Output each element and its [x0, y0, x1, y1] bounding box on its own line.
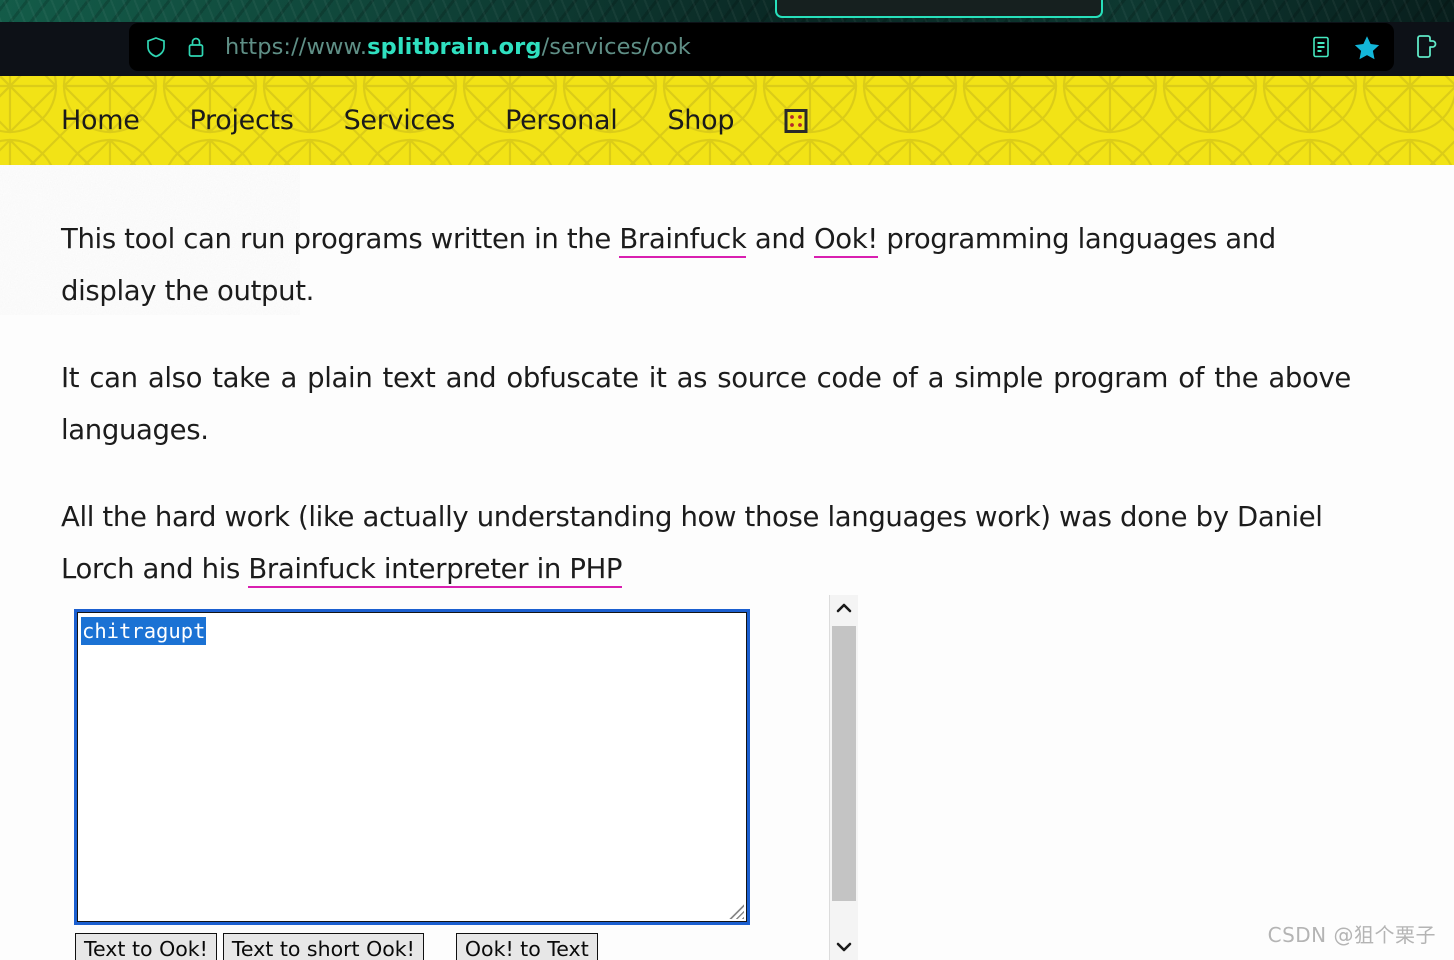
- paragraph-credits: All the hard work (like actually underst…: [61, 491, 1351, 595]
- star-bookmark-icon[interactable]: [1354, 34, 1380, 60]
- extension-puzzle-icon[interactable]: [1406, 30, 1440, 64]
- nav-item-home[interactable]: Home: [61, 105, 140, 136]
- nav-links-container: Home Projects Services Personal Shop: [0, 76, 1454, 165]
- conversion-buttons: Text to Ook! Text to short Ook! Ook! to …: [75, 933, 598, 960]
- page-content-area: This tool can run programs written in th…: [0, 165, 1454, 960]
- ook-to-text-button[interactable]: Ook! to Text: [455, 933, 598, 960]
- paragraph-1-prefix: This tool can run programs written in th…: [61, 222, 620, 255]
- paragraph-obfuscate: It can also take a plain text and obfusc…: [61, 361, 1351, 446]
- dice-square-icon[interactable]: [784, 108, 808, 134]
- nav-item-services[interactable]: Services: [344, 105, 456, 136]
- url-scheme: https://www.: [225, 34, 368, 60]
- nav-item-shop[interactable]: Shop: [667, 105, 734, 136]
- lock-icon[interactable]: [183, 34, 209, 60]
- chevron-down-icon[interactable]: [830, 934, 858, 960]
- text-to-short-ook-button[interactable]: Text to short Ook!: [222, 933, 424, 960]
- nav-item-personal[interactable]: Personal: [505, 105, 618, 136]
- ook-input-textarea[interactable]: [74, 609, 750, 925]
- browser-tab-strip-background: [0, 0, 1454, 22]
- page-scrollbar[interactable]: [829, 595, 858, 960]
- chevron-up-icon[interactable]: [830, 595, 858, 621]
- url-path: /services/ook: [541, 34, 691, 60]
- site-navigation-bar: Home Projects Services Personal Shop: [0, 76, 1454, 165]
- link-ook[interactable]: Ook!: [813, 222, 878, 258]
- address-bar-actions: [1308, 34, 1384, 60]
- url-host: splitbrain.org: [367, 34, 542, 60]
- nav-item-projects[interactable]: Projects: [190, 105, 294, 136]
- partial-browser-tab[interactable]: [775, 0, 1103, 18]
- url-text[interactable]: https://www.splitbrain.org/services/ook: [225, 34, 1308, 60]
- browser-chrome: https://www.splitbrain.org/services/ook: [0, 0, 1454, 76]
- address-bar[interactable]: https://www.splitbrain.org/services/ook: [129, 23, 1394, 71]
- reader-view-icon[interactable]: [1308, 34, 1334, 60]
- csdn-watermark: CSDN @狙个栗子: [1267, 923, 1436, 947]
- link-brainfuck[interactable]: Brainfuck: [619, 222, 747, 258]
- text-to-ook-button[interactable]: Text to Ook!: [75, 933, 217, 960]
- link-brainfuck-interpreter-php[interactable]: Brainfuck interpreter in PHP: [248, 552, 622, 588]
- paragraph-intro: This tool can run programs written in th…: [61, 213, 1351, 317]
- paragraph-1-middle: and: [746, 222, 814, 255]
- shield-icon[interactable]: [143, 34, 169, 60]
- scrollbar-thumb[interactable]: [832, 626, 856, 901]
